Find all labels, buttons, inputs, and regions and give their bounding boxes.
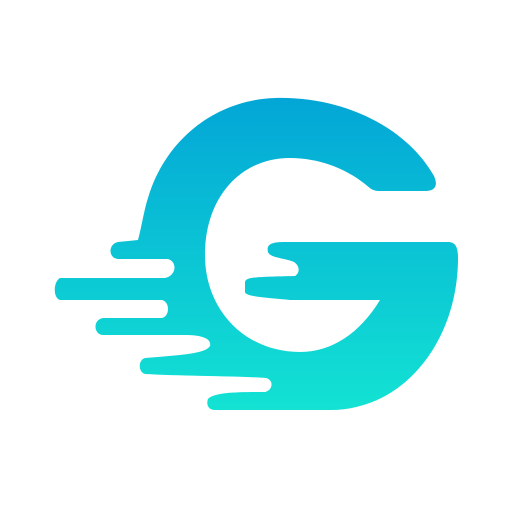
logo-canvas (0, 0, 512, 512)
speed-letter-g-logo-icon (54, 97, 458, 410)
letter-g-body (54, 97, 458, 410)
